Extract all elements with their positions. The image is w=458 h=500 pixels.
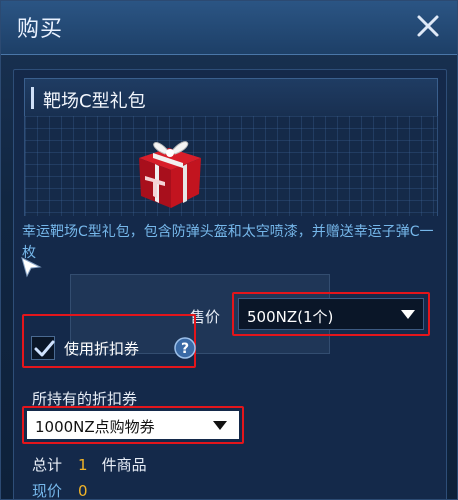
svg-text:?: ? <box>181 341 189 357</box>
content-panel: 靶场C型礼包 幸运靶场C型礼包，包含防弹头盔和太空喷漆，并赠送幸运子弹C一枚 售… <box>13 69 447 500</box>
use-coupon-highlight: 使用折扣券 ? <box>22 314 196 368</box>
current-price-label: 现价 <box>32 482 63 500</box>
coupon-selected-value: 1000NZ点购物券 <box>35 418 155 436</box>
current-price-row: 现价 0 <box>32 480 102 500</box>
price-dropdown-highlight: 500NZ(1个) <box>232 292 430 336</box>
coupon-dropdown[interactable]: 1000NZ点购物券 <box>27 411 239 439</box>
product-header: 靶场C型礼包 <box>24 78 438 118</box>
total-prefix: 总计 <box>32 456 63 474</box>
price-selected-value: 500NZ(1个) <box>247 308 334 326</box>
dialog-title: 购买 <box>17 17 64 42</box>
gift-box-icon <box>139 141 201 208</box>
current-price-value: 0 <box>78 482 88 500</box>
use-coupon-label: 使用折扣券 <box>64 340 140 358</box>
purchase-dialog: 购买 靶场C型礼包 幸运靶场C型礼包，包含防弹头盔和太空喷漆，并赠送幸运子弹C一… <box>0 0 458 500</box>
close-button[interactable] <box>411 9 445 43</box>
product-description: 幸运靶场C型礼包，包含防弹头盔和太空喷漆，并赠送幸运子弹C一枚 <box>22 224 434 261</box>
checkmark-icon <box>34 340 55 357</box>
price-dropdown[interactable]: 500NZ(1个) <box>238 298 424 330</box>
product-name: 靶场C型礼包 <box>43 91 146 112</box>
help-icon[interactable]: ? <box>174 337 196 359</box>
dropdown-arrow-icon <box>401 310 415 319</box>
mouse-cursor-icon <box>21 257 42 278</box>
product-preview <box>24 116 438 216</box>
dropdown-arrow-icon <box>213 421 227 430</box>
total-suffix: 件商品 <box>101 456 147 474</box>
use-coupon-checkbox[interactable] <box>31 336 55 360</box>
total-count: 1 <box>78 456 88 474</box>
title-bar: 购买 <box>1 1 457 55</box>
close-icon <box>417 15 439 37</box>
total-items-row: 总计 1 件商品 <box>32 454 147 475</box>
coupon-dropdown-highlight: 1000NZ点购物券 <box>22 406 244 444</box>
